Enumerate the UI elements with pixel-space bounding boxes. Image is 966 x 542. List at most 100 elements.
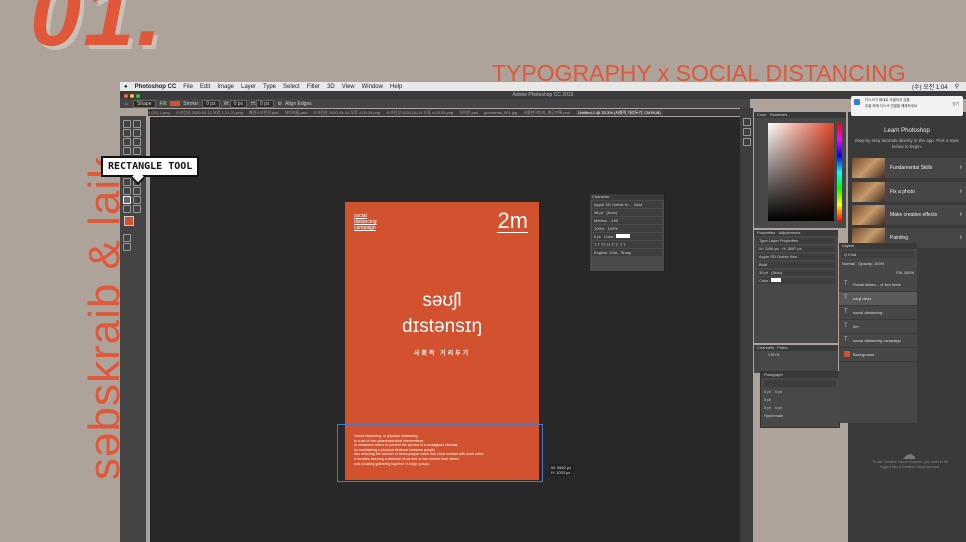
- menu-select[interactable]: Select: [283, 84, 300, 90]
- tab-document[interactable]: 1 (31).1.png: [148, 110, 170, 115]
- tab-document[interactable]: 스크린샷 2020-04-12 오전 1.21.21.png: [176, 110, 243, 115]
- move-tool-icon[interactable]: [123, 120, 131, 128]
- tab-adjustments[interactable]: Adjustments: [778, 230, 800, 235]
- shape-mode-select[interactable]: Shape: [133, 99, 156, 108]
- indent-row[interactable]: 0 pt 0 pt: [764, 389, 836, 395]
- first-line-row[interactable]: 0 pt: [764, 397, 836, 403]
- style-buttons-row[interactable]: T T TT Tr T' T, T T: [592, 241, 662, 248]
- close-icon[interactable]: [124, 94, 128, 98]
- notification-close-button[interactable]: 닫기: [953, 102, 959, 107]
- language-row[interactable]: English: USA Sharp: [592, 249, 662, 256]
- paragraph-icon[interactable]: [743, 138, 751, 146]
- history-icon[interactable]: [743, 118, 751, 126]
- spacing-row[interactable]: 0 pt 0 pt: [764, 405, 836, 411]
- menu-layer[interactable]: Layer: [241, 84, 256, 90]
- eyedropper-tool-icon[interactable]: [123, 147, 131, 155]
- scale-field[interactable]: 100% 100%: [592, 225, 662, 232]
- font-style-select[interactable]: Bold: [757, 262, 835, 268]
- tab-document-active[interactable]: Untitled-1 @ 33.3% (사회적 거리두기, CMYK/8): [576, 110, 663, 115]
- font-family-select[interactable]: Apple SD Gothic Neo: [757, 254, 835, 260]
- color-field[interactable]: [768, 123, 834, 221]
- menu-window[interactable]: Window: [362, 84, 383, 90]
- layer-row-selected[interactable]: Tsəʊʃl dɪstə: [839, 292, 917, 306]
- color-row[interactable]: Color:: [757, 278, 835, 284]
- tab-document[interactable]: 아이콘.psd: [459, 110, 478, 115]
- healing-tool-icon[interactable]: [133, 147, 141, 155]
- layer-filter-select[interactable]: Q Kind: [842, 251, 914, 258]
- font-size-row[interactable]: 36 pt (Auto): [757, 270, 835, 276]
- zoom-tool-icon[interactable]: [123, 205, 131, 213]
- type-tool-icon[interactable]: [133, 187, 141, 195]
- text-color-swatch[interactable]: [615, 234, 630, 238]
- menu-view[interactable]: View: [342, 84, 355, 90]
- layer-row[interactable]: Tsocial distancing campaign: [839, 334, 917, 348]
- menu-type[interactable]: Type: [263, 84, 276, 90]
- tab-properties[interactable]: Properties: [757, 230, 775, 235]
- tab-document[interactable]: 스크린샷 2020-04-14 오후 4.09.29.png: [313, 110, 380, 115]
- menu-help[interactable]: Help: [390, 84, 402, 90]
- search-icon[interactable]: ⚲: [955, 83, 959, 90]
- height-field[interactable]: 0 px: [256, 99, 274, 108]
- tab-swatches[interactable]: Swatches: [770, 112, 787, 117]
- screen-mode-icon[interactable]: [123, 243, 131, 251]
- crop-tool-icon[interactable]: [123, 138, 131, 146]
- menu-edit[interactable]: Edit: [200, 84, 210, 90]
- menu-image[interactable]: Image: [217, 84, 234, 90]
- brush-settings-icon[interactable]: [743, 128, 751, 136]
- more-tools-icon[interactable]: [133, 205, 141, 213]
- layer-row[interactable]: T Social distan... of two mete: [839, 278, 917, 292]
- rectangle-selection[interactable]: [337, 424, 543, 482]
- gear-icon[interactable]: ⚙: [278, 101, 282, 107]
- learn-card-creative-effects[interactable]: Make creative effects ›: [852, 205, 966, 225]
- foreground-color-swatch[interactable]: [124, 216, 134, 226]
- brush-tool-icon[interactable]: [123, 178, 131, 186]
- tab-document[interactable]: gomorrow_001.jpg: [484, 110, 517, 115]
- stroke-size-field[interactable]: 0 px: [202, 99, 220, 108]
- font-family-select[interactable]: Apple SD Gothic N... Bold: [592, 201, 662, 208]
- kerning-field[interactable]: Metrics -100: [592, 217, 662, 224]
- width-field[interactable]: 0 px: [229, 99, 248, 108]
- menu-3d[interactable]: 3D: [327, 84, 335, 90]
- baseline-color-row[interactable]: 0 pt Color:: [592, 233, 662, 240]
- learn-card-fundamental[interactable]: Fundamental Skills ›: [852, 158, 966, 178]
- system-notification[interactable]: 디스크가 제대로 추출되지 않음 추출 후에 디스크 연결을 해제하세요 닫기: [851, 96, 963, 116]
- apple-icon[interactable]: ●: [124, 84, 128, 90]
- tab-channels[interactable]: Channels: [757, 345, 774, 350]
- pen-tool-icon[interactable]: [123, 187, 131, 195]
- lasso-tool-icon[interactable]: [123, 129, 131, 137]
- frame-tool-icon[interactable]: [133, 138, 141, 146]
- type-layer-icon: T: [844, 281, 848, 287]
- color-swatch[interactable]: [770, 278, 781, 282]
- tab-document[interactable]: 스크린샷 2020-04-14 오후 4.03.03.png: [386, 110, 453, 115]
- transform-row[interactable]: W: 1159 px H: 3897 px: [757, 246, 835, 252]
- channel-row[interactable]: CMYK: [754, 351, 838, 359]
- minimize-icon[interactable]: [130, 94, 134, 98]
- zoom-icon[interactable]: [136, 94, 140, 98]
- home-icon[interactable]: ⌂: [125, 101, 128, 107]
- font-size-field[interactable]: 36 pt (Auto): [592, 209, 662, 216]
- blend-opacity-row[interactable]: Normal Opacity: 100%: [842, 260, 914, 267]
- rectangle-tool-icon[interactable]: [123, 196, 131, 204]
- tab-paths[interactable]: Paths: [777, 345, 787, 350]
- hue-slider[interactable]: [837, 123, 842, 221]
- tab-document[interactable]: 화면스크린샷.psd: [249, 110, 279, 115]
- quick-select-tool-icon[interactable]: [133, 129, 141, 137]
- tab-color[interactable]: Color: [757, 112, 767, 117]
- tab-document[interactable]: 사용한이미지_최근기록.psd: [523, 110, 570, 115]
- align-edges-checkbox[interactable]: Align Edges: [285, 101, 312, 107]
- marquee-tool-icon[interactable]: [133, 120, 141, 128]
- hyphenate-checkbox[interactable]: Hyphenate: [764, 413, 836, 419]
- quick-mask-icon[interactable]: [123, 234, 131, 242]
- layer-row[interactable]: T 2m: [839, 320, 917, 334]
- layer-row[interactable]: Background: [839, 348, 917, 362]
- alignment-buttons[interactable]: [764, 380, 836, 387]
- menu-file[interactable]: File: [183, 84, 193, 90]
- menu-filter[interactable]: Filter: [307, 84, 320, 90]
- menu-app-name[interactable]: Photoshop CC: [135, 84, 177, 90]
- fill-row[interactable]: Fill: 100%: [842, 269, 914, 276]
- tab-document[interactable]: 이미지들.psd: [285, 110, 307, 115]
- learn-card-fix-photo[interactable]: Fix a photo ›: [852, 182, 966, 202]
- layer-row[interactable]: Tsocial distancing: [839, 306, 917, 320]
- fill-swatch[interactable]: [170, 101, 181, 106]
- hand-tool-icon[interactable]: [133, 196, 141, 204]
